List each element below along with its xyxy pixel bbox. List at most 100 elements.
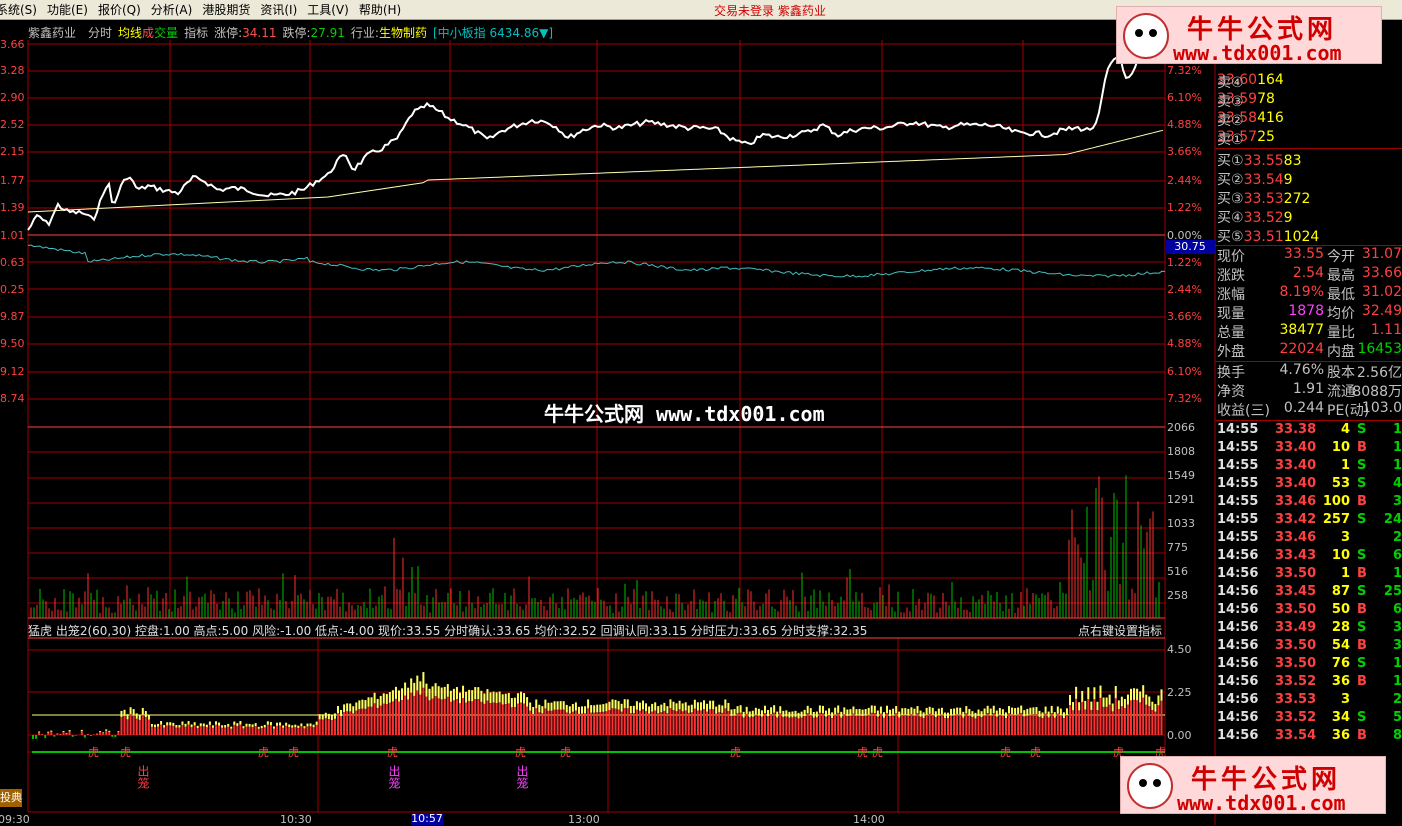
indicator-bar bbox=[673, 702, 675, 710]
indicator-bar bbox=[224, 728, 226, 735]
indicator-bar bbox=[181, 725, 183, 735]
menu-help[interactable]: 帮助(H) bbox=[354, 1, 406, 18]
indicator-bar bbox=[819, 705, 821, 712]
indicator-bar bbox=[590, 705, 592, 712]
tab-cheng[interactable]: 成 bbox=[142, 26, 154, 40]
indicator-bar bbox=[511, 707, 513, 735]
limit-up-value: 34.11 bbox=[242, 26, 276, 40]
indicator-bar bbox=[364, 700, 366, 709]
stat-value: 32.49 bbox=[1362, 303, 1402, 319]
right-scale-label: 7.32% bbox=[1167, 64, 1215, 77]
indicator-bar bbox=[718, 705, 720, 713]
indicator-bar bbox=[355, 711, 357, 735]
stat-row: 现量1878均价32.49 bbox=[1217, 303, 1402, 322]
indicator-bar bbox=[608, 702, 610, 710]
tick-row: 14:5633.5236B1 bbox=[1217, 674, 1402, 692]
indicator-bar bbox=[273, 729, 275, 735]
buy-row: 买②33.549 bbox=[1217, 169, 1402, 188]
stat-label: 最高 bbox=[1327, 265, 1355, 285]
menu-hk-futures[interactable]: 港股期货 bbox=[197, 1, 255, 18]
menu-analysis[interactable]: 分析(A) bbox=[146, 1, 198, 18]
tab-zhibiao[interactable]: 指标 bbox=[184, 24, 208, 41]
indicator-bar bbox=[297, 728, 299, 735]
indicator-bar bbox=[581, 706, 583, 713]
tick-time: 14:55 bbox=[1217, 512, 1258, 527]
indicator-bar bbox=[566, 705, 568, 713]
indicator-bar bbox=[798, 713, 800, 719]
indicator-bar bbox=[898, 717, 900, 735]
indicator-bar bbox=[282, 725, 284, 727]
indicator-bar bbox=[374, 703, 376, 735]
tab-fenshi[interactable]: 分时 bbox=[88, 24, 112, 41]
left-scale-label: 1.77 bbox=[0, 174, 26, 187]
indicator-bar bbox=[47, 733, 49, 735]
indicator-bar bbox=[1081, 702, 1083, 735]
tab-junxian[interactable]: 均线 bbox=[118, 24, 142, 41]
tick-side: S bbox=[1357, 512, 1366, 527]
indicator-bar bbox=[840, 718, 842, 735]
menu-info[interactable]: 资讯(I) bbox=[255, 1, 302, 18]
menu-system[interactable]: 系统(S) bbox=[0, 1, 42, 18]
indicator-bar bbox=[627, 699, 629, 708]
stat-value: 31.07 bbox=[1362, 246, 1402, 262]
indicator-bar bbox=[1023, 716, 1025, 735]
indicator-bar bbox=[300, 726, 302, 735]
stat-value: 1.11 bbox=[1371, 322, 1402, 338]
indicator-bar bbox=[639, 703, 641, 711]
indicator-bar bbox=[471, 690, 473, 701]
menu-function[interactable]: 功能(E) bbox=[42, 1, 93, 18]
indicator-bar bbox=[496, 692, 498, 703]
indicator-bar bbox=[303, 726, 305, 728]
tick-volume: 1 bbox=[1341, 458, 1350, 473]
buy-volume: 1024 bbox=[1284, 229, 1320, 245]
tick-row: 14:5633.4587S25 bbox=[1217, 584, 1402, 602]
volume-scale-label: 1808 bbox=[1167, 445, 1215, 458]
menu-tools[interactable]: 工具(V) bbox=[302, 1, 354, 18]
volume-scale-label: 2066 bbox=[1167, 421, 1215, 434]
indicator-bar bbox=[996, 717, 998, 735]
tick-time: 14:56 bbox=[1217, 728, 1258, 743]
indicator-bar bbox=[819, 713, 821, 735]
tick-row: 14:5533.4010B1 bbox=[1217, 440, 1402, 458]
indicator-bar bbox=[438, 686, 440, 698]
indicator-bar bbox=[737, 713, 739, 735]
tick-time: 14:55 bbox=[1217, 458, 1258, 473]
indicator-bar bbox=[1133, 700, 1135, 735]
tick-price: 33.53 bbox=[1275, 692, 1316, 707]
tiger-tag: 虎 bbox=[88, 744, 99, 760]
menu-quote[interactable]: 报价(Q) bbox=[93, 1, 146, 18]
indicator-bar bbox=[694, 700, 696, 709]
buy-price: 33.51 bbox=[1244, 229, 1284, 245]
indicator-bar bbox=[105, 731, 107, 735]
indicator-bar bbox=[669, 699, 671, 708]
indicator-bar bbox=[267, 721, 269, 724]
tick-volume: 76 bbox=[1332, 656, 1350, 671]
tick-count: 25 bbox=[1384, 584, 1402, 599]
tab-jiaoliang[interactable]: 交量 bbox=[154, 26, 178, 40]
indicator-bar bbox=[1087, 687, 1089, 699]
indicator-bar bbox=[743, 712, 745, 718]
indicator-bar bbox=[612, 708, 614, 735]
indicator-bar bbox=[846, 710, 848, 716]
chulong-tag: 出笼 bbox=[514, 765, 531, 789]
indicator-bar bbox=[1112, 711, 1114, 735]
right-scale-label: 6.10% bbox=[1167, 91, 1215, 104]
stat-label: 外盘 bbox=[1217, 341, 1245, 361]
indicator-bar bbox=[139, 720, 141, 735]
indicator-bar bbox=[188, 721, 190, 724]
indicator-settings-hint[interactable]: 点右键设置指标 bbox=[1078, 622, 1162, 639]
bottom-left-label[interactable]: 投典 bbox=[0, 789, 22, 807]
board-index[interactable]: [中小板指 6434.86▼] bbox=[433, 24, 553, 41]
indicator-bar bbox=[166, 725, 168, 735]
indicator-bar bbox=[624, 699, 626, 708]
left-scale-label: 2.52 bbox=[0, 118, 26, 131]
indicator-bar bbox=[801, 717, 803, 735]
indicator-bar bbox=[1154, 712, 1156, 735]
indicator-bar bbox=[1008, 706, 1010, 713]
left-scale-label: 8.74 bbox=[0, 392, 26, 405]
tick-side: S bbox=[1357, 620, 1366, 635]
indicator-bar bbox=[913, 709, 915, 716]
indicator-bar bbox=[669, 708, 671, 735]
stat-value: 33.55 bbox=[1284, 246, 1324, 262]
buy-row: 买③33.53272 bbox=[1217, 188, 1402, 207]
